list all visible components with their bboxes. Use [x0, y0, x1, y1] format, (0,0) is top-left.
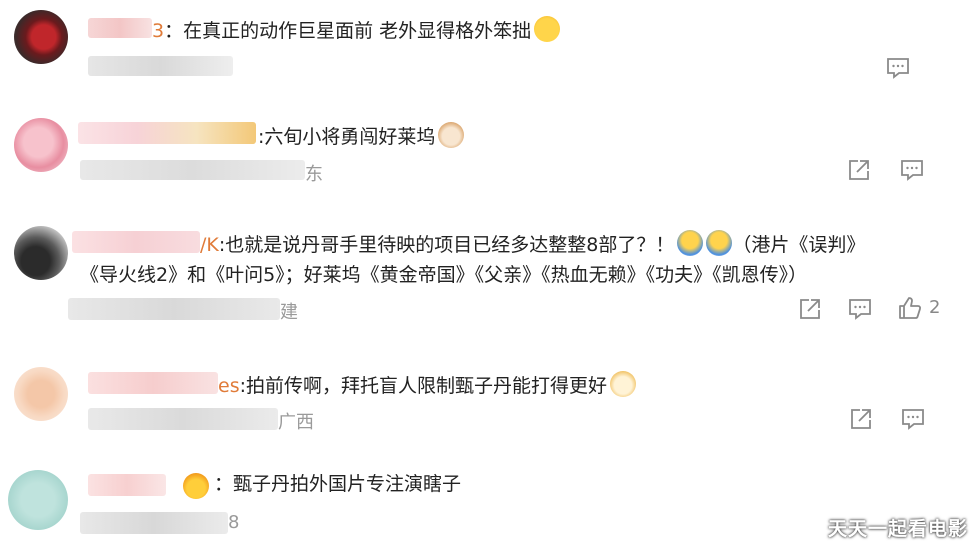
crown-badge-icon [183, 473, 209, 499]
dog-emoji-icon [610, 371, 636, 397]
share-icon[interactable] [848, 406, 874, 432]
reply-icon[interactable] [899, 157, 925, 183]
location-text: 东 [305, 164, 323, 185]
comment-text-line2: 《导火线2》和《叶问5》；好莱坞《黄金帝国》《父亲》《热血无赖》《功夫》《凯恩传… [80, 264, 808, 286]
username-tail[interactable]: es [218, 375, 240, 397]
comment-text: /K:也就是说丹哥手里待映的项目已经多达整整8部了？！ （港片《误判》 [200, 230, 865, 257]
share-icon[interactable] [846, 157, 872, 183]
meta-blurred [68, 298, 280, 320]
reply-icon[interactable] [900, 406, 926, 432]
reply-icon[interactable] [847, 296, 873, 322]
reply-icon[interactable] [885, 55, 911, 81]
username-blurred[interactable] [78, 122, 256, 144]
cat-emoji-icon [438, 122, 465, 148]
avatar[interactable] [14, 118, 68, 172]
avatar[interactable] [14, 10, 68, 64]
username-tail[interactable]: /K [200, 234, 219, 256]
share-icon[interactable] [797, 296, 823, 322]
comment-text: :六旬小将勇闯好莱坞 [258, 122, 465, 149]
meta-blurred [80, 512, 228, 534]
location-text: 广西 [278, 412, 314, 433]
avatar[interactable] [14, 367, 68, 421]
meta-blurred [80, 160, 305, 180]
like-icon[interactable] [896, 295, 922, 321]
avatar[interactable] [14, 226, 68, 280]
time-text: 8 [228, 512, 240, 533]
username-blurred[interactable] [88, 474, 166, 496]
comment-text: 3：在真正的动作巨星面前 老外显得格外笨拙 [152, 16, 561, 43]
comment-text: ：甄子丹拍外国片专注演瞎子 [214, 473, 462, 495]
666-emoji-icon [534, 16, 561, 42]
praying-emoji-icon [677, 230, 704, 256]
username-tail[interactable]: 3 [152, 20, 164, 42]
watermark: 天天一起看电影 [827, 518, 968, 540]
username-blurred[interactable] [72, 231, 200, 253]
meta-blurred [88, 408, 278, 430]
location-text: 建 [280, 302, 298, 323]
username-blurred[interactable] [88, 18, 152, 38]
avatar[interactable] [8, 470, 68, 530]
praying-emoji-icon [706, 230, 733, 256]
username-blurred[interactable] [88, 372, 218, 394]
like-count: 2 [929, 297, 941, 318]
meta-blurred [88, 56, 233, 76]
comment-text: es:拍前传啊，拜托盲人限制甄子丹能打得更好 [218, 371, 636, 398]
